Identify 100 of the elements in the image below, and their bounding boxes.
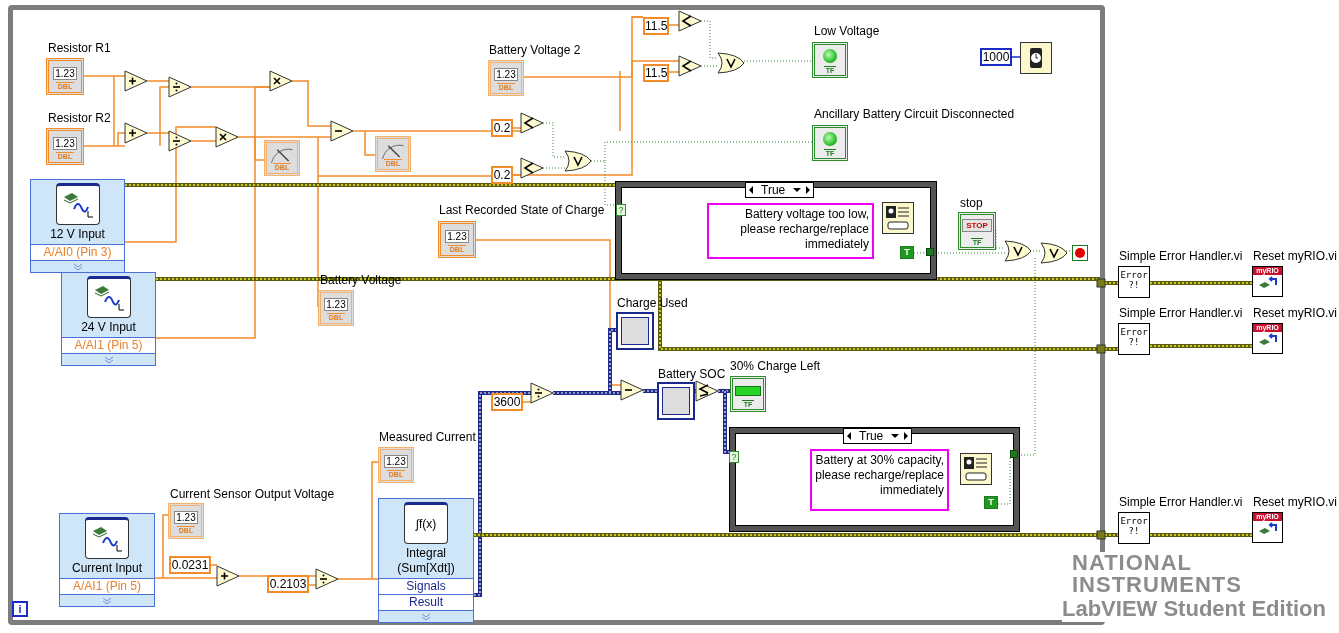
selector-terminal: ? <box>729 451 739 463</box>
terminal-label: Signals <box>379 578 473 594</box>
increment-arrow-icon <box>903 431 910 441</box>
subvi-label: Simple Error Handler.vi <box>1119 495 1243 509</box>
watermark-text: NATIONAL <box>1072 552 1193 574</box>
wire <box>700 20 719 59</box>
add-function-icon <box>124 70 148 92</box>
tunnel <box>1096 530 1106 540</box>
caret-icon <box>792 187 803 193</box>
numeric-constant: 3600 <box>491 393 523 411</box>
or-function-icon <box>1040 242 1068 264</box>
dialog-icon <box>882 202 914 234</box>
subtract-function-icon <box>620 379 644 401</box>
node-title: Current Input <box>71 561 142 576</box>
wire <box>700 65 719 67</box>
divide-function-icon <box>530 382 554 404</box>
selector-terminal: ? <box>616 204 626 216</box>
case-selector[interactable]: True <box>843 428 913 444</box>
icon-text: Error <box>1120 270 1148 280</box>
array-indicator-terminal <box>616 312 654 350</box>
stop-terminal-icon <box>1072 245 1088 261</box>
numeric-constant: 0.2 <box>491 166 513 184</box>
caret-icon <box>890 433 901 439</box>
numeric-display: 1.23 <box>174 511 198 524</box>
case-selector[interactable]: True <box>745 182 815 198</box>
indicator-label: Measured Current <box>379 430 476 444</box>
wire <box>210 564 218 566</box>
divide-function-icon <box>168 130 192 152</box>
subvi-label: Reset myRIO.vi <box>1253 495 1337 509</box>
control-label: Last Recorded State of Charge <box>439 203 605 217</box>
wire <box>1011 56 1021 58</box>
decrement-arrow-icon <box>748 185 754 195</box>
less-than-function-icon <box>678 55 702 77</box>
wait-timer-icon <box>1020 42 1052 74</box>
indicator-label: 30% Charge Left <box>730 359 821 373</box>
less-or-equal-function-icon <box>695 380 719 402</box>
numeric-display: 1.23 <box>494 68 518 81</box>
wire <box>146 80 170 82</box>
icon-text: ?! <box>1128 337 1140 347</box>
tunnel <box>1096 344 1106 354</box>
multiply-function-icon <box>269 70 293 92</box>
indicator-label: Battery Voltage 2 <box>489 43 581 57</box>
watermark-text: LabVIEW Student Edition <box>1062 596 1326 622</box>
multiply-function-icon <box>215 126 239 148</box>
less-than-function-icon <box>678 10 702 32</box>
watermark-text: INSTRUMENTS <box>1072 574 1242 596</box>
boolean-constant: T <box>984 496 998 509</box>
add-function-icon <box>216 565 240 587</box>
or-function-icon <box>717 52 745 74</box>
array-indicator-terminal <box>657 382 695 420</box>
indicator-label: Ancillary Battery Circuit Disconnected <box>814 107 1015 121</box>
analog-input-icon <box>85 517 129 559</box>
subvi-label: Reset myRIO.vi <box>1253 306 1337 320</box>
control-label: stop <box>960 196 983 210</box>
bar-led-icon <box>735 386 761 396</box>
numeric-display: 1.23 <box>324 298 348 311</box>
control-label: Resistor R1 <box>48 41 111 55</box>
decrement-arrow-icon <box>846 431 852 441</box>
control-label: Resistor R2 <box>48 111 111 125</box>
indicator-label: Low Voltage <box>814 24 880 38</box>
node-title: 12 V Input <box>50 227 105 242</box>
subvi-label: Simple Error Handler.vi <box>1119 249 1243 263</box>
expand-chevron-icon <box>72 262 83 271</box>
terminal-label: A/AI1 (Pin 5) <box>60 578 154 594</box>
numeric-constant: 1000 <box>980 48 1012 66</box>
subvi-label: Simple Error Handler.vi <box>1119 306 1243 320</box>
wire <box>997 455 1011 505</box>
numeric-display: 1.23 <box>384 455 408 468</box>
subvi-label: Reset myRIO.vi <box>1253 249 1337 263</box>
numeric-constant: 11.5 <box>643 17 669 35</box>
expand-chevron-icon <box>102 596 112 605</box>
wire <box>291 80 332 127</box>
led-icon <box>823 132 837 146</box>
terminal-label: A/AI1 (Pin 5) <box>62 337 155 353</box>
tunnel <box>1096 278 1106 288</box>
numeric-constant: 0.2103 <box>267 575 309 593</box>
icon-text: Error <box>1120 516 1148 526</box>
indicator-label: Battery SOC <box>658 367 726 381</box>
iteration-terminal: i <box>12 601 28 617</box>
numeric-constant: 0.0231 <box>169 556 211 574</box>
increment-arrow-icon <box>805 185 812 195</box>
tunnel <box>926 248 934 256</box>
led-icon <box>823 49 837 63</box>
icon-text: ?! <box>1128 526 1140 536</box>
numeric-display: 1.23 <box>53 67 77 80</box>
analog-input-icon <box>55 183 100 225</box>
boolean-constant: T <box>900 246 914 259</box>
or-function-icon <box>564 150 592 172</box>
integral-icon: ∫f(x) <box>404 502 448 544</box>
or-function-icon <box>1004 240 1032 262</box>
subtract-function-icon <box>330 120 354 142</box>
node-title: Integral (Sum[Xdt]) <box>396 546 456 576</box>
dialog-icon <box>960 453 992 485</box>
wire <box>668 24 680 26</box>
indicator-label: Current Sensor Output Voltage <box>170 487 335 501</box>
numeric-display: 1.23 <box>445 230 469 243</box>
message-string-constant: Battery voltage too low, please recharge/replace immediately <box>707 203 874 259</box>
numeric-constant: 11.5 <box>643 64 669 82</box>
expand-chevron-icon <box>421 612 431 621</box>
icon-text: ?! <box>1128 280 1140 290</box>
